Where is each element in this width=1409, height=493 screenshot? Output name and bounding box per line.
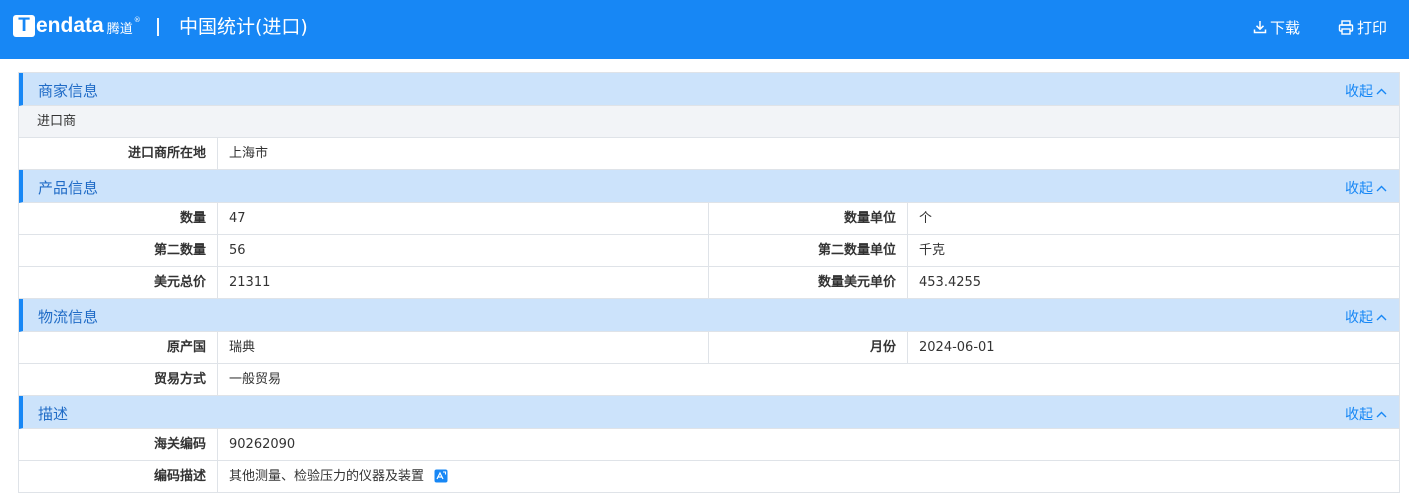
field-value: 瑞典	[218, 332, 709, 363]
field-label: 数量	[19, 203, 218, 234]
section-product-header: 产品信息 收起	[19, 170, 1399, 203]
download-label: 下载	[1270, 18, 1301, 37]
table-row: 美元总价 21311 数量美元单价 453.4255	[19, 267, 1399, 299]
chevron-up-icon	[1376, 185, 1387, 191]
table-row: 数量 47 数量单位 个	[19, 203, 1399, 235]
field-value: 其他测量、检验压力的仪器及装置	[218, 461, 1399, 492]
field-value: 453.4255	[919, 275, 982, 290]
collapse-label: 收起	[1345, 407, 1373, 423]
field-value: 一般贸易	[229, 372, 282, 387]
logistics-collapse-toggle[interactable]: 收起	[1345, 307, 1387, 327]
section-description-header: 描述 收起	[19, 396, 1399, 429]
field-value: 21311	[218, 267, 709, 298]
page-title: 中国统计(进口)	[179, 16, 308, 38]
section-merchant-title: 商家信息	[38, 82, 99, 100]
field-value: 2024-06-01	[919, 340, 995, 355]
field-label: 数量美元单价	[709, 267, 908, 298]
field-value: 千克	[919, 243, 946, 258]
chevron-up-icon	[1376, 314, 1387, 320]
logo-word: endata	[36, 14, 104, 37]
field-label: 数量单位	[709, 203, 908, 234]
field-label: 月份	[709, 332, 908, 363]
chevron-up-icon	[1376, 411, 1387, 417]
field-label: 贸易方式	[19, 364, 218, 395]
section-logistics-header: 物流信息 收起	[19, 299, 1399, 332]
download-button[interactable]: 下载	[1253, 16, 1300, 38]
table-row: 海关编码 90262090	[19, 429, 1399, 461]
table-row: 进口商所在地 上海市	[19, 138, 1399, 170]
logo-cn-text: 腾道	[106, 21, 133, 37]
field-value: 个	[919, 211, 933, 226]
collapse-label: 收起	[1345, 181, 1373, 197]
section-logistics-title: 物流信息	[38, 308, 99, 326]
print-button[interactable]: 打印	[1338, 16, 1387, 38]
print-label: 打印	[1357, 18, 1388, 37]
importer-subheader: 进口商	[19, 106, 1399, 138]
field-label: 美元总价	[19, 267, 218, 298]
collapse-label: 收起	[1345, 84, 1373, 100]
header-divider	[157, 18, 159, 36]
field-label: 编码描述	[19, 461, 218, 492]
translate-icon[interactable]	[434, 469, 448, 483]
field-label: 第二数量	[19, 235, 218, 266]
code-description-text: 其他测量、检验压力的仪器及装置	[229, 469, 425, 484]
section-product-title: 产品信息	[38, 179, 99, 197]
top-bar: T endata 腾道 ® 中国统计(进口) 下载 打印	[0, 0, 1409, 59]
table-row: 贸易方式 一般贸易	[19, 364, 1399, 396]
printer-icon	[1338, 19, 1354, 35]
table-row: 编码描述 其他测量、检验压力的仪器及装置	[19, 461, 1399, 493]
detail-panel: 商家信息 收起 进口商 进口商所在地 上海市 产品信息 收起 数量 47 数量单…	[18, 72, 1400, 493]
collapse-label: 收起	[1345, 310, 1373, 326]
field-value: 47	[218, 203, 709, 234]
download-icon	[1253, 21, 1267, 34]
field-value: 上海市	[229, 146, 269, 161]
table-row: 第二数量 56 第二数量单位 千克	[19, 235, 1399, 267]
field-label: 海关编码	[19, 429, 218, 460]
product-collapse-toggle[interactable]: 收起	[1345, 178, 1387, 198]
field-label: 第二数量单位	[709, 235, 908, 266]
field-value: 56	[218, 235, 709, 266]
table-row: 原产国 瑞典 月份 2024-06-01	[19, 332, 1399, 364]
section-description-title: 描述	[38, 405, 69, 423]
section-merchant-header: 商家信息 收起	[19, 73, 1399, 106]
logo-registered-mark: ®	[133, 16, 141, 24]
chevron-up-icon	[1376, 88, 1387, 94]
field-value: 90262090	[229, 437, 296, 452]
field-label: 进口商所在地	[19, 138, 218, 169]
field-label: 原产国	[19, 332, 218, 363]
tendata-logo[interactable]: T endata 腾道 ®	[13, 13, 141, 39]
logo-badge: T	[13, 15, 35, 37]
merchant-collapse-toggle[interactable]: 收起	[1345, 81, 1387, 101]
description-collapse-toggle[interactable]: 收起	[1345, 404, 1387, 424]
